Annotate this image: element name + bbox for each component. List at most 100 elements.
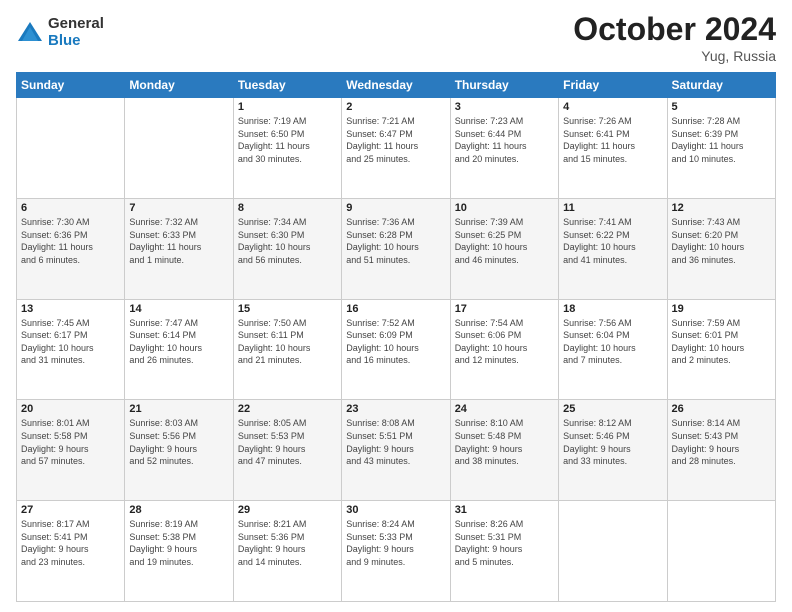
calendar-cell: 21Sunrise: 8:03 AM Sunset: 5:56 PM Dayli… <box>125 400 233 501</box>
header: General Blue October 2024 Yug, Russia <box>16 12 776 64</box>
day-number: 3 <box>455 101 554 113</box>
title-block: October 2024 Yug, Russia <box>573 12 776 64</box>
day-info: Sunrise: 7:34 AM Sunset: 6:30 PM Dayligh… <box>238 216 337 266</box>
col-header-sunday: Sunday <box>17 73 125 98</box>
calendar-cell <box>125 98 233 199</box>
calendar-cell: 20 Sunrise: 8:01 AM Sunset: 5:58 PM Dayli… <box>17 400 125 501</box>
calendar-cell: 13 Sunrise: 7:45 AM Sunset: 6:17 PM Dayli… <box>17 299 125 400</box>
day-number: 19 <box>672 303 771 315</box>
week-row-5: 27Sunrise: 8:17 AM Sunset: 5:41 PM Dayli… <box>17 501 776 602</box>
calendar-header-row: SundayMondayTuesdayWednesdayThursdayFrid… <box>17 73 776 98</box>
day-number: 12 <box>672 202 771 214</box>
day-info: Sunrise: 8:12 AM Sunset: 5:46 PM Dayligh… <box>563 417 662 467</box>
month-title: October 2024 <box>573 12 776 47</box>
day-number: 28 <box>129 504 228 516</box>
day-number: 5 <box>672 101 771 113</box>
week-row-4: 20 Sunrise: 8:01 AM Sunset: 5:58 PM Dayli… <box>17 400 776 501</box>
calendar-cell: 15 Sunrise: 7:50 AM Sunset: 6:11 PM Dayli… <box>233 299 341 400</box>
day-info: Sunrise: 7:41 AM Sunset: 6:22 PM Dayligh… <box>563 216 662 266</box>
calendar-cell: 1Sunrise: 7:19 AM Sunset: 6:50 PM Daylig… <box>233 98 341 199</box>
calendar-cell: 4Sunrise: 7:26 AM Sunset: 6:41 PM Daylig… <box>559 98 667 199</box>
calendar-cell: 27Sunrise: 8:17 AM Sunset: 5:41 PM Dayli… <box>17 501 125 602</box>
calendar-cell: 22 Sunrise: 8:05 AM Sunset: 5:53 PM Dayli… <box>233 400 341 501</box>
calendar-cell <box>17 98 125 199</box>
logo-general: General <box>48 16 104 33</box>
calendar-cell: 19 Sunrise: 7:59 AM Sunset: 6:01 PM Dayli… <box>667 299 775 400</box>
day-number: 2 <box>346 101 445 113</box>
day-info: Sunrise: 8:05 AM Sunset: 5:53 PM Dayligh… <box>238 417 337 467</box>
day-info: Sunrise: 7:56 AM Sunset: 6:04 PM Dayligh… <box>563 317 662 367</box>
calendar-cell: 14 Sunrise: 7:47 AM Sunset: 6:14 PM Dayli… <box>125 299 233 400</box>
calendar-cell: 8 Sunrise: 7:34 AM Sunset: 6:30 PM Daylig… <box>233 198 341 299</box>
day-number: 27 <box>21 504 120 516</box>
day-info: Sunrise: 7:26 AM Sunset: 6:41 PM Dayligh… <box>563 115 662 165</box>
week-row-1: 1Sunrise: 7:19 AM Sunset: 6:50 PM Daylig… <box>17 98 776 199</box>
day-info: Sunrise: 8:10 AM Sunset: 5:48 PM Dayligh… <box>455 417 554 467</box>
day-number: 1 <box>238 101 337 113</box>
logo-text: General Blue <box>48 16 104 49</box>
week-row-2: 6 Sunrise: 7:30 AM Sunset: 6:36 PM Daylig… <box>17 198 776 299</box>
day-info: Sunrise: 8:26 AM Sunset: 5:31 PM Dayligh… <box>455 518 554 568</box>
day-number: 18 <box>563 303 662 315</box>
calendar-cell: 9Sunrise: 7:36 AM Sunset: 6:28 PM Daylig… <box>342 198 450 299</box>
day-info: Sunrise: 8:14 AM Sunset: 5:43 PM Dayligh… <box>672 417 771 467</box>
day-number: 30 <box>346 504 445 516</box>
day-number: 29 <box>238 504 337 516</box>
col-header-saturday: Saturday <box>667 73 775 98</box>
calendar-cell: 11 Sunrise: 7:41 AM Sunset: 6:22 PM Dayli… <box>559 198 667 299</box>
day-number: 8 <box>238 202 337 214</box>
col-header-wednesday: Wednesday <box>342 73 450 98</box>
calendar-cell <box>559 501 667 602</box>
day-info: Sunrise: 7:45 AM Sunset: 6:17 PM Dayligh… <box>21 317 120 367</box>
day-info: Sunrise: 8:19 AM Sunset: 5:38 PM Dayligh… <box>129 518 228 568</box>
day-info: Sunrise: 7:47 AM Sunset: 6:14 PM Dayligh… <box>129 317 228 367</box>
day-info: Sunrise: 7:32 AM Sunset: 6:33 PM Dayligh… <box>129 216 228 266</box>
calendar-cell: 5Sunrise: 7:28 AM Sunset: 6:39 PM Daylig… <box>667 98 775 199</box>
calendar-cell: 12Sunrise: 7:43 AM Sunset: 6:20 PM Dayli… <box>667 198 775 299</box>
day-info: Sunrise: 7:50 AM Sunset: 6:11 PM Dayligh… <box>238 317 337 367</box>
week-row-3: 13 Sunrise: 7:45 AM Sunset: 6:17 PM Dayli… <box>17 299 776 400</box>
day-info: Sunrise: 8:08 AM Sunset: 5:51 PM Dayligh… <box>346 417 445 467</box>
day-number: 25 <box>563 403 662 415</box>
calendar-cell <box>667 501 775 602</box>
calendar-cell: 7 Sunrise: 7:32 AM Sunset: 6:33 PM Daylig… <box>125 198 233 299</box>
day-number: 10 <box>455 202 554 214</box>
day-info: Sunrise: 7:39 AM Sunset: 6:25 PM Dayligh… <box>455 216 554 266</box>
day-number: 15 <box>238 303 337 315</box>
calendar-table: SundayMondayTuesdayWednesdayThursdayFrid… <box>16 72 776 602</box>
calendar-cell: 17 Sunrise: 7:54 AM Sunset: 6:06 PM Dayli… <box>450 299 558 400</box>
calendar-cell: 26Sunrise: 8:14 AM Sunset: 5:43 PM Dayli… <box>667 400 775 501</box>
calendar-cell: 3 Sunrise: 7:23 AM Sunset: 6:44 PM Daylig… <box>450 98 558 199</box>
calendar-cell: 16Sunrise: 7:52 AM Sunset: 6:09 PM Dayli… <box>342 299 450 400</box>
day-number: 6 <box>21 202 120 214</box>
logo-blue: Blue <box>48 33 104 50</box>
calendar-cell: 23Sunrise: 8:08 AM Sunset: 5:51 PM Dayli… <box>342 400 450 501</box>
calendar-cell: 28 Sunrise: 8:19 AM Sunset: 5:38 PM Dayli… <box>125 501 233 602</box>
day-number: 24 <box>455 403 554 415</box>
day-info: Sunrise: 8:01 AM Sunset: 5:58 PM Dayligh… <box>21 417 120 467</box>
page: General Blue October 2024 Yug, Russia Su… <box>0 0 792 612</box>
col-header-friday: Friday <box>559 73 667 98</box>
day-number: 14 <box>129 303 228 315</box>
calendar-cell: 2 Sunrise: 7:21 AM Sunset: 6:47 PM Daylig… <box>342 98 450 199</box>
day-info: Sunrise: 7:30 AM Sunset: 6:36 PM Dayligh… <box>21 216 120 266</box>
col-header-tuesday: Tuesday <box>233 73 341 98</box>
calendar-cell: 25 Sunrise: 8:12 AM Sunset: 5:46 PM Dayli… <box>559 400 667 501</box>
logo: General Blue <box>16 16 104 49</box>
day-info: Sunrise: 7:59 AM Sunset: 6:01 PM Dayligh… <box>672 317 771 367</box>
day-number: 7 <box>129 202 228 214</box>
calendar-cell: 6 Sunrise: 7:30 AM Sunset: 6:36 PM Daylig… <box>17 198 125 299</box>
day-number: 21 <box>129 403 228 415</box>
day-info: Sunrise: 7:23 AM Sunset: 6:44 PM Dayligh… <box>455 115 554 165</box>
day-number: 11 <box>563 202 662 214</box>
calendar-cell: 30Sunrise: 8:24 AM Sunset: 5:33 PM Dayli… <box>342 501 450 602</box>
day-number: 31 <box>455 504 554 516</box>
day-number: 20 <box>21 403 120 415</box>
day-number: 22 <box>238 403 337 415</box>
day-info: Sunrise: 7:36 AM Sunset: 6:28 PM Dayligh… <box>346 216 445 266</box>
day-number: 17 <box>455 303 554 315</box>
day-info: Sunrise: 7:21 AM Sunset: 6:47 PM Dayligh… <box>346 115 445 165</box>
day-number: 13 <box>21 303 120 315</box>
day-info: Sunrise: 7:54 AM Sunset: 6:06 PM Dayligh… <box>455 317 554 367</box>
calendar-cell: 18 Sunrise: 7:56 AM Sunset: 6:04 PM Dayli… <box>559 299 667 400</box>
